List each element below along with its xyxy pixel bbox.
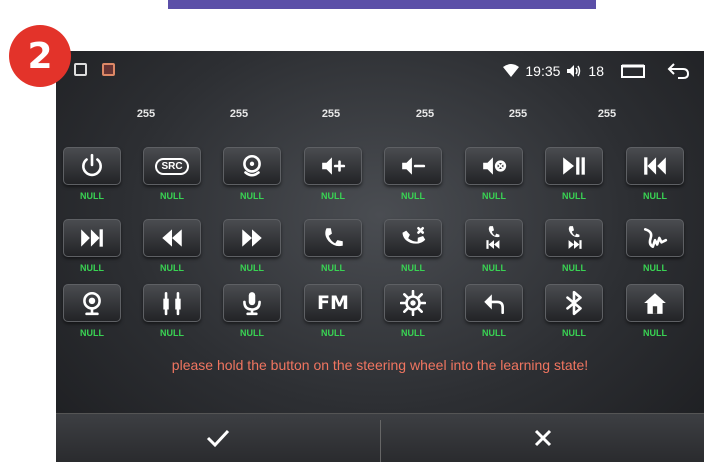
step-badge: 2: [9, 25, 71, 87]
microphone-key-label: NULL: [240, 328, 264, 338]
camera-button[interactable]: [63, 284, 121, 322]
value-4: 255: [415, 108, 435, 120]
fast-forward-icon: [239, 225, 265, 251]
volume-level: 18: [588, 63, 604, 79]
previous-button[interactable]: [626, 147, 684, 185]
bottom-bar: [56, 413, 704, 462]
next-icon: [79, 225, 105, 251]
confirm-button[interactable]: [56, 414, 380, 462]
phone-answer-key-label: NULL: [321, 263, 345, 273]
volume-down-icon: [400, 153, 426, 179]
voice-control-button[interactable]: [626, 219, 684, 257]
phone-answer-button[interactable]: [304, 219, 362, 257]
value-6: 255: [597, 108, 617, 120]
volume-up-icon: [320, 153, 346, 179]
phone-previous-icon: [481, 225, 507, 251]
top-banner: [168, 0, 596, 9]
recent-apps-icon[interactable]: [620, 63, 646, 79]
volume-down-button[interactable]: [384, 147, 442, 185]
home-key-label: NULL: [643, 328, 667, 338]
rewind-button[interactable]: [143, 219, 201, 257]
checkmark-icon: [206, 429, 230, 448]
phone-next-key-label: NULL: [562, 263, 586, 273]
phone-answer-icon: [320, 225, 346, 251]
home-button[interactable]: [626, 284, 684, 322]
app-notification-icon: [102, 63, 115, 76]
fast-forward-key-label: NULL: [240, 263, 264, 273]
previous-icon: [642, 153, 668, 179]
power-icon: [79, 153, 105, 179]
mute-button[interactable]: [465, 147, 523, 185]
phone-previous-button[interactable]: [465, 219, 523, 257]
camera-key-label: NULL: [80, 328, 104, 338]
bluetooth-key-label: NULL: [562, 328, 586, 338]
value-5: 255: [508, 108, 528, 120]
previous-key-label: NULL: [643, 191, 667, 201]
fm-button[interactable]: FM: [304, 284, 362, 322]
value-3: 255: [321, 108, 341, 120]
camera-icon: [79, 290, 105, 316]
settings-key-label: NULL: [401, 328, 425, 338]
fm-icon: FM: [317, 292, 349, 314]
gps-icon: [239, 153, 265, 179]
back-button[interactable]: [465, 284, 523, 322]
clock: 19:35: [525, 63, 561, 79]
window-icon: [74, 63, 87, 76]
rca-plug-icon: [159, 290, 185, 316]
value-row: 255 255 255 255 255 255: [56, 108, 704, 124]
next-key-label: NULL: [80, 263, 104, 273]
gps-button[interactable]: [223, 147, 281, 185]
back-key-label: NULL: [482, 328, 506, 338]
microphone-button[interactable]: [223, 284, 281, 322]
voice-control-key-label: NULL: [643, 263, 667, 273]
home-icon: [642, 290, 668, 316]
back-arrow-icon: [481, 290, 507, 316]
status-bar: 19:35 18: [56, 51, 704, 91]
src-button[interactable]: SRC: [143, 147, 201, 185]
close-icon: [534, 429, 551, 447]
mute-icon: [481, 153, 507, 179]
phone-hangup-key-label: NULL: [401, 263, 425, 273]
aux-input-button[interactable]: [143, 284, 201, 322]
bluetooth-button[interactable]: [545, 284, 603, 322]
back-icon[interactable]: [666, 62, 690, 80]
learning-prompt: please hold the button on the steering w…: [171, 357, 589, 373]
wifi-icon: [503, 64, 520, 77]
play-pause-key-label: NULL: [562, 191, 586, 201]
next-button[interactable]: [63, 219, 121, 257]
power-button[interactable]: [63, 147, 121, 185]
fast-forward-button[interactable]: [223, 219, 281, 257]
phone-hangup-icon: [400, 225, 426, 251]
phone-next-button[interactable]: [545, 219, 603, 257]
rewind-icon: [159, 225, 185, 251]
src-icon: SRC: [155, 157, 189, 175]
volume-down-key-label: NULL: [401, 191, 425, 201]
fm-key-label: NULL: [321, 328, 345, 338]
settings-button[interactable]: [384, 284, 442, 322]
cancel-button[interactable]: [381, 414, 704, 462]
value-2: 255: [229, 108, 249, 120]
volume-up-button[interactable]: [304, 147, 362, 185]
voice-wave-icon: [642, 225, 668, 251]
aux-input-key-label: NULL: [160, 328, 184, 338]
microphone-icon: [239, 290, 265, 316]
src-key-label: NULL: [160, 191, 184, 201]
phone-hangup-button[interactable]: [384, 219, 442, 257]
bluetooth-icon: [561, 290, 587, 316]
mute-key-label: NULL: [482, 191, 506, 201]
phone-previous-key-label: NULL: [482, 263, 506, 273]
speaker-icon: [567, 65, 581, 77]
play-pause-button[interactable]: [545, 147, 603, 185]
rewind-key-label: NULL: [160, 263, 184, 273]
phone-next-icon: [561, 225, 587, 251]
gear-icon: [400, 290, 426, 316]
head-unit-screen: 19:35 18 255 255 255 255 255 255 NULL SRC…: [56, 51, 704, 462]
gps-key-label: NULL: [240, 191, 264, 201]
play-pause-icon: [561, 153, 587, 179]
value-1: 255: [136, 108, 156, 120]
volume-up-key-label: NULL: [321, 191, 345, 201]
power-key-label: NULL: [80, 191, 104, 201]
